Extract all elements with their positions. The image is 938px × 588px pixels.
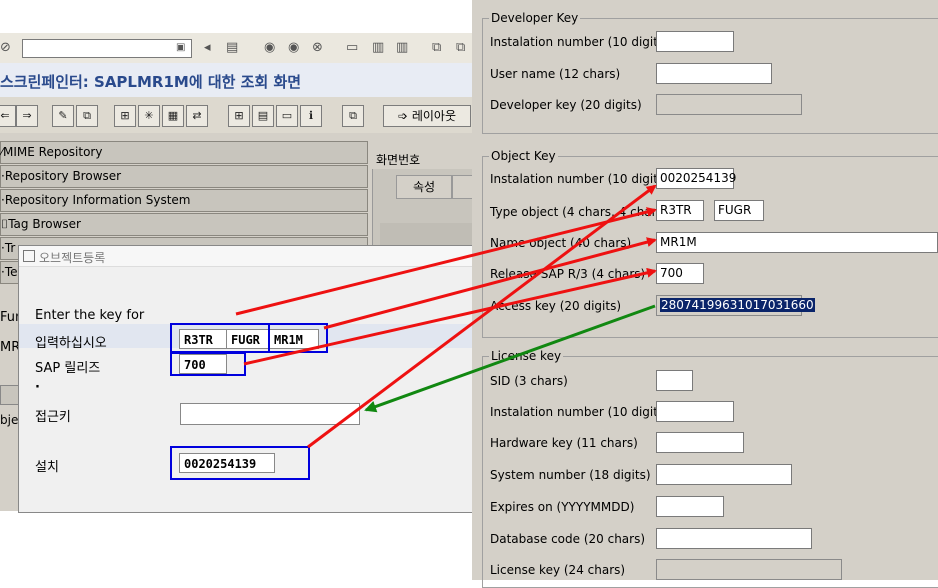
arrow-access-key bbox=[364, 304, 656, 413]
arrow-type-object bbox=[235, 207, 657, 316]
arrow-installation bbox=[307, 184, 657, 449]
annotation-arrows bbox=[235, 184, 657, 449]
arrow-name-object bbox=[323, 237, 657, 330]
arrow-release bbox=[243, 267, 657, 366]
